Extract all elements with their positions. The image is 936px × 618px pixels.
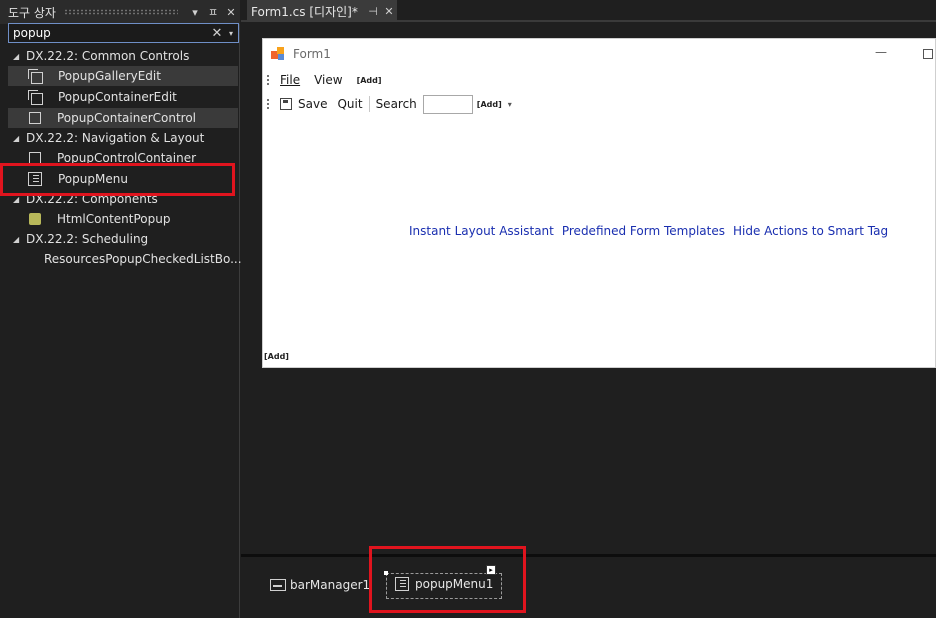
smart-tag-icon[interactable]: ▸ bbox=[486, 565, 496, 575]
html-icon bbox=[29, 213, 41, 225]
toolbox-category-navigation-layout[interactable]: ◢ DX.22.2: Navigation & Layout bbox=[8, 128, 238, 148]
menu-view[interactable]: View bbox=[314, 73, 342, 87]
form-title: Form1 bbox=[293, 47, 331, 61]
item-label: PopupContainerEdit bbox=[58, 90, 177, 104]
pin-tab-icon[interactable]: ⊣ bbox=[365, 5, 381, 18]
minimize-icon[interactable]: — bbox=[875, 45, 887, 59]
toolbox-item-html-content-popup[interactable]: HtmlContentPopup bbox=[8, 209, 238, 229]
form1-window[interactable]: Form1 — File View [Add] Save Quit Search… bbox=[262, 38, 936, 368]
form-toolbar: Save Quit Search [Add] ▾ bbox=[263, 92, 936, 116]
tray-item-popup-menu[interactable]: popupMenu1 bbox=[395, 577, 493, 591]
link-instant-layout-assistant[interactable]: Instant Layout Assistant bbox=[409, 224, 554, 238]
bar-grip-icon[interactable] bbox=[266, 74, 270, 86]
toolbox-item-popup-container-edit[interactable]: PopupContainerEdit bbox=[8, 87, 238, 107]
form-logo-icon bbox=[271, 47, 285, 61]
category-label: DX.22.2: Common Controls bbox=[26, 49, 190, 63]
search-editor[interactable] bbox=[422, 94, 473, 114]
visual-studio-designer: 도구 상자 ▾ ㅍ ✕ popup ✕ ▾ ◢ DX.22.2: Common … bbox=[0, 0, 936, 618]
tab-form1-designer[interactable]: Form1.cs [디자인]* ⊣ ✕ bbox=[247, 0, 397, 22]
square-icon bbox=[29, 152, 41, 164]
search-dropdown-icon[interactable]: ▾ bbox=[224, 29, 238, 38]
toolbox-item-popup-menu[interactable]: PopupMenu bbox=[8, 169, 238, 189]
component-tray: barManager1 ▸ popupMenu1 bbox=[241, 557, 936, 618]
form-title-bar: Form1 — bbox=[263, 39, 936, 69]
close-tab-icon[interactable]: ✕ bbox=[381, 5, 397, 18]
container-edit-icon bbox=[28, 90, 43, 105]
toolbox-category-components[interactable]: ◢ DX.22.2: Components bbox=[8, 189, 238, 209]
tab-label: Form1.cs [디자인]* bbox=[251, 4, 358, 19]
tray-item-bar-manager[interactable]: barManager1 bbox=[270, 578, 370, 592]
designer-surface: Form1 — File View [Add] Save Quit Search… bbox=[241, 24, 936, 554]
form-menu-bar: File View [Add] bbox=[263, 69, 936, 91]
toolbox-panel: 도구 상자 ▾ ㅍ ✕ popup ✕ ▾ ◢ DX.22.2: Common … bbox=[0, 0, 242, 618]
menu-file[interactable]: File bbox=[280, 73, 300, 87]
item-label: HtmlContentPopup bbox=[57, 212, 171, 226]
drag-grip[interactable] bbox=[63, 9, 178, 15]
pin-icon[interactable]: ㅍ bbox=[204, 4, 222, 20]
toolbar-add-button[interactable]: [Add] bbox=[477, 100, 502, 109]
category-label: DX.22.2: Components bbox=[26, 192, 158, 206]
item-label: PopupGalleryEdit bbox=[58, 69, 161, 83]
collapse-arrow-icon[interactable]: ◢ bbox=[8, 52, 26, 61]
toolbox-header: 도구 상자 ▾ ㅍ ✕ bbox=[0, 0, 240, 24]
collapse-arrow-icon[interactable]: ◢ bbox=[8, 195, 26, 204]
menu-icon bbox=[395, 577, 409, 591]
toolbox-item-popup-control-container[interactable]: PopupControlContainer bbox=[8, 148, 238, 168]
toolbox-title: 도구 상자 bbox=[8, 5, 56, 20]
save-button[interactable]: Save bbox=[298, 97, 327, 111]
panel-menu-icon[interactable]: ▾ bbox=[186, 6, 204, 19]
item-label: PopupContainerControl bbox=[57, 111, 197, 125]
collapse-arrow-icon[interactable]: ◢ bbox=[8, 134, 26, 143]
search-text[interactable]: popup bbox=[13, 26, 210, 40]
clear-search-icon[interactable]: ✕ bbox=[210, 26, 224, 41]
tray-item-label: barManager1 bbox=[290, 578, 371, 592]
item-label: ResourcesPopupCheckedListBo... bbox=[44, 252, 242, 266]
category-label: DX.22.2: Navigation & Layout bbox=[26, 131, 205, 145]
status-bar-add-button[interactable]: [Add] bbox=[264, 352, 289, 361]
tray-item-label: popupMenu1 bbox=[415, 577, 494, 591]
item-label: PopupControlContainer bbox=[57, 151, 197, 165]
toolbox-item-popup-gallery-edit[interactable]: PopupGalleryEdit bbox=[8, 66, 238, 86]
item-label: PopupMenu bbox=[58, 172, 128, 186]
link-predefined-form-templates[interactable]: Predefined Form Templates bbox=[562, 224, 725, 238]
menu-icon bbox=[28, 172, 42, 186]
gallery-icon bbox=[28, 69, 43, 84]
toolbox-category-common-controls[interactable]: ◢ DX.22.2: Common Controls bbox=[8, 46, 238, 66]
maximize-icon[interactable] bbox=[923, 49, 933, 59]
collapse-arrow-icon[interactable]: ◢ bbox=[8, 235, 26, 244]
save-icon[interactable] bbox=[280, 98, 292, 110]
toolbar-separator bbox=[368, 96, 370, 112]
smart-links: Instant Layout Assistant Predefined Form… bbox=[409, 224, 888, 238]
toolbox-category-scheduling[interactable]: ◢ DX.22.2: Scheduling bbox=[8, 229, 238, 249]
selection-grab-handle[interactable] bbox=[384, 571, 388, 575]
toolbox-search-input[interactable]: popup ✕ ▾ bbox=[8, 23, 239, 43]
category-label: DX.22.2: Scheduling bbox=[26, 232, 149, 246]
link-hide-actions-smart-tag[interactable]: Hide Actions to Smart Tag bbox=[733, 224, 888, 238]
square-icon bbox=[29, 112, 41, 124]
quit-button[interactable]: Quit bbox=[337, 97, 362, 111]
search-label: Search bbox=[375, 97, 417, 111]
bar-manager-icon bbox=[270, 579, 286, 591]
document-tab-strip: Form1.cs [디자인]* ⊣ ✕ bbox=[241, 0, 936, 22]
menu-add-button[interactable]: [Add] bbox=[357, 76, 382, 85]
bar-grip-icon[interactable] bbox=[266, 98, 270, 110]
toolbox-item-resources-popup-checked-list-box[interactable]: ResourcesPopupCheckedListBo... bbox=[8, 249, 242, 269]
toolbox-item-popup-container-control[interactable]: PopupContainerControl bbox=[8, 108, 238, 128]
close-icon[interactable]: ✕ bbox=[222, 6, 240, 19]
chevron-down-icon[interactable]: ▾ bbox=[508, 100, 512, 109]
